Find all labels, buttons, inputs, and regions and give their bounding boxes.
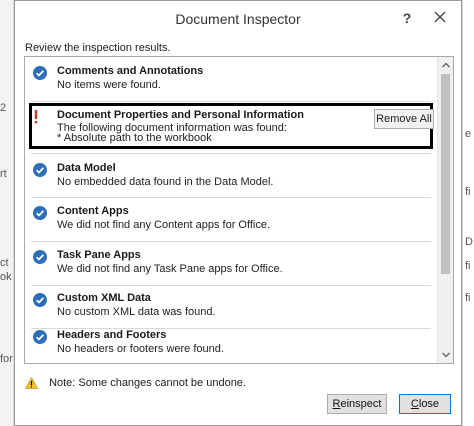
- list-item-task-pane-apps: Task Pane Apps We did not find any Task …: [25, 241, 437, 285]
- item-title: Task Pane Apps: [57, 249, 141, 261]
- inspection-results-list: Comments and Annotations No items were f…: [24, 56, 454, 364]
- check-circle-icon: [33, 250, 47, 264]
- list-item-data-model: Data Model No embedded data found in the…: [25, 154, 437, 198]
- background-right-pane: [462, 0, 474, 426]
- item-title: Custom XML Data: [57, 292, 151, 304]
- note-text: Note: Some changes cannot be undone.: [49, 377, 246, 389]
- background-fragment: ct: [0, 257, 9, 269]
- scroll-thumb[interactable]: [441, 74, 450, 274]
- item-title: Content Apps: [57, 205, 129, 217]
- background-fragment: fi: [465, 292, 471, 304]
- scroll-down-button[interactable]: [438, 347, 453, 363]
- background-fragment: rt: [0, 168, 7, 180]
- vertical-scrollbar[interactable]: [437, 57, 453, 363]
- title-bar: Document Inspector ?: [15, 1, 461, 37]
- item-title: Data Model: [57, 162, 116, 174]
- list-item-comments-annotations: Comments and Annotations No items were f…: [25, 57, 437, 101]
- background-fragment: for: [0, 353, 13, 365]
- chevron-up-icon: [442, 62, 450, 68]
- check-circle-icon: [33, 66, 47, 80]
- close-icon: [434, 11, 446, 23]
- check-circle-icon: [33, 206, 47, 220]
- close-label: lose: [418, 398, 440, 410]
- background-fragment: D: [465, 236, 473, 248]
- close-accelerator: C: [410, 398, 419, 410]
- check-circle-icon: [33, 163, 47, 177]
- chevron-down-icon: [442, 352, 450, 358]
- warning-note: Note: Some changes cannot be undone.: [25, 377, 246, 389]
- close-button[interactable]: Close: [399, 394, 451, 414]
- item-detail: We did not find any Task Pane apps for O…: [57, 263, 283, 275]
- background-fragment: e: [465, 128, 472, 140]
- instructions-text: Review the inspection results.: [25, 42, 171, 54]
- separator: [31, 101, 431, 102]
- item-detail: No custom XML data was found.: [57, 306, 216, 318]
- item-detail: No items were found.: [57, 79, 161, 91]
- check-circle-icon: [33, 293, 47, 307]
- background-fragment: ok: [0, 271, 12, 283]
- background-fragment: 2: [0, 102, 7, 114]
- scroll-up-button[interactable]: [438, 57, 453, 73]
- help-button[interactable]: ?: [395, 7, 419, 29]
- background-fragment: fi: [465, 186, 471, 198]
- list-item-headers-footers: Headers and Footers No headers or footer…: [25, 321, 437, 363]
- remove-all-button[interactable]: Remove All: [374, 109, 434, 129]
- reinspect-label: einspect: [340, 398, 382, 410]
- item-detail: No headers or footers were found.: [57, 343, 224, 355]
- close-window-button[interactable]: [425, 7, 455, 29]
- background-fragment: fi: [465, 260, 471, 272]
- item-title: Headers and Footers: [57, 329, 167, 341]
- highlight-rectangle: [29, 103, 433, 149]
- item-detail: We did not find any Content apps for Off…: [57, 219, 270, 231]
- document-inspector-dialog: Document Inspector ? Review the inspecti…: [14, 0, 462, 426]
- check-circle-icon: [33, 330, 47, 344]
- item-title: Comments and Annotations: [57, 65, 204, 77]
- reinspect-button[interactable]: Reinspect: [327, 394, 387, 414]
- warning-triangle-icon: [25, 377, 38, 389]
- list-item-content-apps: Content Apps We did not find any Content…: [25, 197, 437, 241]
- item-detail: No embedded data found in the Data Model…: [57, 176, 274, 188]
